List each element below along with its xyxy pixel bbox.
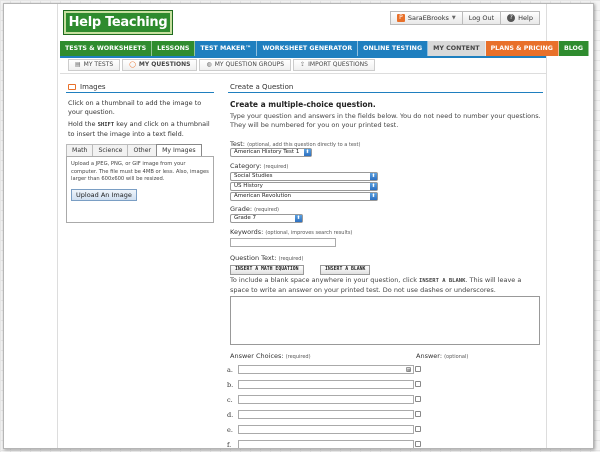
correct-answer-checkbox-b[interactable] [415,381,421,387]
nav-worksheet-generator[interactable]: WORKSHEET GENERATOR [257,41,359,56]
test-label: Test: (optional, add this question direc… [230,140,361,148]
answer-row-e: e. [227,424,414,435]
category-select-topic[interactable]: US History ⬍ [230,182,378,191]
answer-input-d[interactable] [238,410,414,419]
correct-answer-checkbox-d[interactable] [415,411,421,417]
grade-select[interactable]: Grade 7 ⬍ [230,214,303,223]
category-label: Category: (required) [230,162,289,170]
keywords-label: Keywords: (optional, improves search res… [230,228,353,236]
category-select-subtopic[interactable]: American Revolution ⬍ [230,192,378,201]
sub-nav: ▤ MY TESTS ◯ MY QUESTIONS ◍ MY QUESTION … [68,59,375,71]
nav-divider [60,56,546,58]
answer-row-d: d. [227,409,414,420]
subnav-import-questions[interactable]: ⇪ IMPORT QUESTIONS [293,59,375,71]
user-menu[interactable]: P SaraEBrooks ▼ [389,11,463,25]
question-text-label: Question Text: (required) [230,254,304,262]
group-icon: ◍ [206,61,212,68]
correct-answer-checkbox-a[interactable] [415,366,421,372]
expand-icon[interactable]: ▦ [406,367,411,372]
nav-plans-pricing[interactable]: PLANS & PRICING [485,41,559,56]
answer-row-c: c. [227,394,414,405]
username: SaraEBrooks [407,14,449,22]
nav-online-testing[interactable]: ONLINE TESTING [358,41,429,56]
tab-my-images[interactable]: My Images [156,144,202,156]
answer-input-a[interactable]: ▦ [238,365,414,374]
site-logo[interactable]: Help Teaching [63,10,173,35]
insert-blank-button[interactable]: INSERT A BLANK [320,265,371,275]
answer-choices-label: Answer Choices: (required) [230,352,311,360]
chevron-down-icon: ⬍ [295,215,302,222]
user-bar: P SaraEBrooks ▼ Log Out ? Help [389,11,540,25]
create-question-form: Create a Question Create a multiple-choi… [227,81,543,448]
logout-link[interactable]: Log Out [461,11,502,25]
form-description: Type your question and answers in the fi… [230,112,541,129]
insert-math-equation-button[interactable]: INSERT A MATH EQUATION [230,265,304,275]
correct-answer-checkbox-f[interactable] [415,441,421,447]
answer-row-f: f. [227,439,414,448]
answer-input-e[interactable] [238,425,414,434]
category-select-subject[interactable]: Social Studies ⬍ [230,172,378,181]
upload-image-button[interactable]: Upload An Image [71,188,137,201]
browser-frame: Help Teaching P SaraEBrooks ▼ Log Out ? … [3,3,594,449]
tab-other[interactable]: Other [127,144,158,156]
answer-row-b: b. [227,379,414,390]
grade-label: Grade: (required) [230,205,279,213]
form-heading: Create a multiple-choice question. [230,100,376,109]
keywords-input[interactable] [230,238,336,247]
subnav-my-tests[interactable]: ▤ MY TESTS [68,59,121,71]
answer-label: Answer: (optional) [416,352,469,360]
nav-test-maker[interactable]: TEST MAKER™ [195,41,258,56]
chevron-down-icon: ⬍ [370,183,377,190]
my-images-tab-body: Upload a JPEG, PNG, or GIF image from yo… [66,157,214,223]
images-panel: Images Click on a thumbnail to add the i… [66,81,214,448]
main-nav: TESTS & WORKSHEETS LESSONS TEST MAKER™ W… [60,41,590,56]
chevron-down-icon: ⬍ [370,193,377,200]
answer-input-b[interactable] [238,380,414,389]
subnav-my-questions[interactable]: ◯ MY QUESTIONS [122,59,198,71]
tab-math[interactable]: Math [66,144,94,156]
help-icon: ? [507,14,516,22]
nav-tests-worksheets[interactable]: TESTS & WORKSHEETS [60,41,153,56]
chat-icon: ◯ [129,61,136,68]
nav-blog[interactable]: BLOG [558,41,590,56]
tab-science[interactable]: Science [92,144,129,156]
images-panel-header: Images [66,81,214,93]
upload-note: Upload a JPEG, PNG, or GIF image from yo… [71,161,209,182]
help-link[interactable]: ? Help [500,11,540,25]
subnav-divider [60,73,546,74]
user-icon: P [396,14,405,22]
chevron-down-icon: ⬍ [304,149,311,156]
blank-instructions: To include a blank space anywhere in you… [230,276,522,294]
folder-icon [68,83,76,90]
test-select[interactable]: American History Test 1 ⬍ [230,148,312,157]
correct-answer-checkbox-e[interactable] [415,426,421,432]
page: Help Teaching P SaraEBrooks ▼ Log Out ? … [57,4,590,448]
answer-input-f[interactable] [238,440,414,448]
document-icon: ▤ [75,61,81,68]
upload-icon: ⇪ [300,61,306,68]
correct-answer-checkbox-c[interactable] [415,396,421,402]
answer-row-a: a. ▦ [227,364,414,375]
image-tabs: Math Science Other My Images [66,144,214,157]
subnav-my-question-groups[interactable]: ◍ MY QUESTION GROUPS [199,59,292,71]
nav-my-content[interactable]: MY CONTENT [428,41,486,56]
answer-input-c[interactable] [238,395,414,404]
question-textarea[interactable] [230,296,540,345]
images-instructions: Click on a thumbnail to add the image to… [68,99,210,138]
nav-lessons[interactable]: LESSONS [152,41,196,56]
chevron-down-icon: ▼ [451,15,456,21]
section-title: Create a Question [228,81,543,93]
chevron-down-icon: ⬍ [370,173,377,180]
